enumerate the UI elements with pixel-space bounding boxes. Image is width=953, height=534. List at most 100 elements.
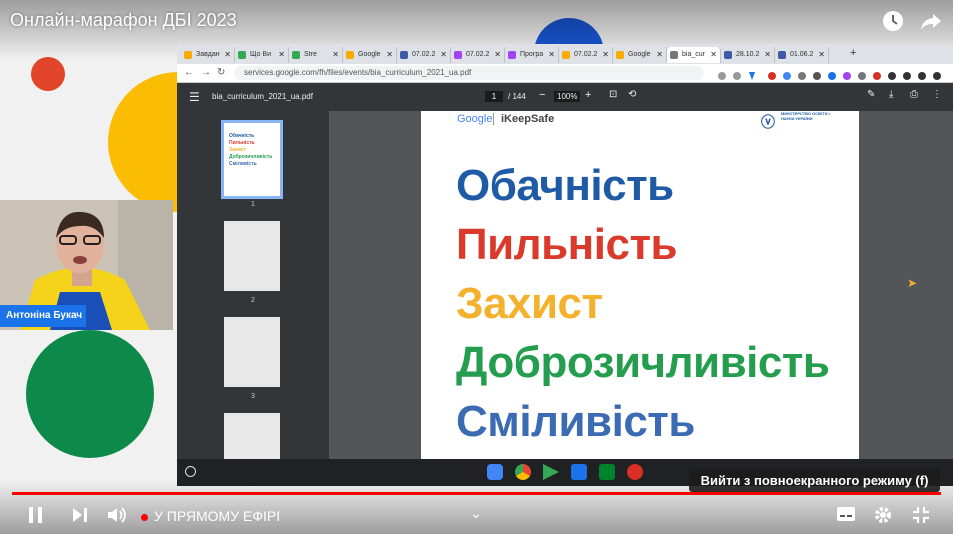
tab-label: 07.02.2 xyxy=(574,51,598,58)
browser-tab[interactable]: Google ✕ xyxy=(613,47,667,63)
thumbnail-page-3[interactable] xyxy=(224,317,280,387)
thumbnail-page-4[interactable] xyxy=(224,413,280,459)
reload-icon[interactable]: ↻ xyxy=(217,67,225,78)
ikeepsafe-logo: iKeepSafe xyxy=(501,113,555,125)
watch-later-icon[interactable] xyxy=(880,8,906,34)
live-indicator[interactable]: У ПРЯМОМУ ЕФІРІ xyxy=(141,508,280,524)
pdf-page: Google iKeepSafe ⓥ МІНІСТЕРСТВО ОСВІТИ І… xyxy=(421,111,859,459)
thumbnail-number: 3 xyxy=(251,393,255,400)
forward-icon[interactable]: → xyxy=(201,67,211,78)
browser-tab[interactable]: 07.02.2 ✕ xyxy=(559,47,613,63)
tab-close-icon[interactable]: ✕ xyxy=(224,47,231,63)
url-field[interactable]: services.google.com/fh/files/events/bia_… xyxy=(234,66,704,80)
tab-favicon-icon xyxy=(184,51,192,59)
pdf-heading-word: Пильність xyxy=(456,220,678,269)
tab-label: 28.10.2 xyxy=(736,51,760,58)
pdf-heading-word: Доброзичливість xyxy=(456,338,830,387)
browser-tab[interactable]: 01.06.2 ✕ xyxy=(775,47,829,63)
tab-favicon-icon xyxy=(724,51,732,59)
chrome-icon[interactable] xyxy=(515,464,531,480)
live-label: У ПРЯМОМУ ЕФІРІ xyxy=(154,508,281,524)
chevron-down-icon[interactable]: ⌄ xyxy=(470,505,482,522)
browser-tab[interactable]: Завдан ✕ xyxy=(181,47,235,63)
tab-close-icon[interactable]: ✕ xyxy=(602,47,609,63)
tab-label: 07.02.2 xyxy=(412,51,436,58)
back-icon[interactable]: ← xyxy=(184,67,194,78)
launcher-icon[interactable] xyxy=(185,466,196,477)
download-icon[interactable]: ⤓ xyxy=(889,89,893,100)
pdf-filename: bia_curriculum_2021_ua.pdf xyxy=(212,92,313,101)
print-icon[interactable]: ⎙ xyxy=(910,89,918,100)
url-text: services.google.com/fh/files/events/bia_… xyxy=(244,68,472,77)
tab-close-icon[interactable]: ✕ xyxy=(818,47,825,63)
new-tab-button[interactable]: + xyxy=(850,47,856,59)
tab-close-icon[interactable]: ✕ xyxy=(494,47,501,63)
browser-tab[interactable]: Програ ✕ xyxy=(505,47,559,63)
annotate-icon[interactable]: ✎ xyxy=(867,89,875,100)
more-options-icon[interactable]: ⋮ xyxy=(932,89,942,100)
total-pages: / 144 xyxy=(508,92,526,101)
browser-tab-strip: Завдан ✕ Що Ви ✕ Stre ✕ Google ✕ 07.02.2 ✕ 07.02.2… xyxy=(177,44,953,64)
live-dot xyxy=(141,513,148,521)
rotate-icon[interactable]: ⟲ xyxy=(628,89,636,100)
tab-label: Stre xyxy=(304,51,317,58)
fit-page-icon[interactable]: ⊡ xyxy=(609,89,617,100)
browser-tab[interactable]: Що Ви ✕ xyxy=(235,47,289,63)
tab-favicon-icon xyxy=(562,51,570,59)
tab-close-icon[interactable]: ✕ xyxy=(332,47,339,63)
tab-favicon-icon xyxy=(346,51,354,59)
pdf-heading-word: Обачність xyxy=(456,161,674,210)
tab-close-icon[interactable]: ✕ xyxy=(548,47,555,63)
tab-close-icon[interactable]: ✕ xyxy=(386,47,393,63)
tab-close-icon[interactable]: ✕ xyxy=(440,47,447,63)
tab-label: 01.06.2 xyxy=(790,51,814,58)
zoom-level[interactable]: 100% xyxy=(554,91,581,102)
fullscreen-tooltip: Вийти з повноекранного режиму (f) xyxy=(689,469,940,492)
subtitles-button[interactable] xyxy=(836,506,856,527)
zoom-in-button[interactable]: + xyxy=(585,89,591,101)
tab-label: bia_cur xyxy=(682,51,705,58)
folder-icon[interactable] xyxy=(571,464,587,480)
video-title[interactable]: Онлайн-марафон ДБІ 2023 xyxy=(10,10,237,31)
shared-screen: Завдан ✕ Що Ви ✕ Stre ✕ Google ✕ 07.02.2 ✕ 07.02.2… xyxy=(177,44,953,486)
screencast-icon[interactable] xyxy=(627,464,643,480)
tab-label: Програ xyxy=(520,51,544,58)
mouse-cursor-icon: ➤ xyxy=(907,276,918,290)
browser-tab[interactable]: 07.02.2 ✕ xyxy=(397,47,451,63)
browser-tab[interactable]: 28.10.2 ✕ xyxy=(721,47,775,63)
menu-icon[interactable]: ☰ xyxy=(189,90,200,104)
volume-button[interactable] xyxy=(107,506,127,529)
play-store-icon[interactable] xyxy=(543,464,559,480)
thumbnail-page-1[interactable]: Обачність Пильність Захист Доброзичливість С… xyxy=(221,120,283,199)
share-icon[interactable] xyxy=(918,8,944,34)
progress-bar[interactable] xyxy=(12,492,941,495)
tab-label: Що Ви xyxy=(250,51,271,58)
tab-favicon-icon xyxy=(508,51,516,59)
tab-close-icon[interactable]: ✕ xyxy=(710,47,717,63)
browser-tab[interactable]: 07.02.2 ✕ xyxy=(451,47,505,63)
tab-close-icon[interactable]: ✕ xyxy=(764,47,771,63)
browser-tab[interactable]: bia_cur ✕ xyxy=(667,47,721,63)
tab-favicon-icon xyxy=(778,51,786,59)
browser-tab[interactable]: Stre ✕ xyxy=(289,47,343,63)
settings-gear-icon[interactable] xyxy=(874,506,892,529)
page-number-input[interactable]: 1 xyxy=(485,91,503,102)
tab-label: 07.02.2 xyxy=(466,51,490,58)
tab-label: Google xyxy=(628,51,651,58)
exit-fullscreen-icon[interactable] xyxy=(912,506,930,529)
files-app-icon[interactable] xyxy=(487,464,503,480)
ministry-name: МІНІСТЕРСТВО ОСВІТИ І НАУКИ УКРАЇНИ xyxy=(781,111,830,121)
next-button[interactable] xyxy=(71,506,89,529)
tab-close-icon[interactable]: ✕ xyxy=(656,47,663,63)
zoom-out-button[interactable]: − xyxy=(539,89,545,101)
tab-label: Завдан xyxy=(196,51,220,58)
pause-button[interactable] xyxy=(27,506,45,529)
pdf-heading-word: Сміливість xyxy=(456,397,695,446)
tab-favicon-icon xyxy=(400,51,408,59)
meet-icon[interactable] xyxy=(599,464,615,480)
tab-label: Google xyxy=(358,51,381,58)
tab-favicon-icon xyxy=(616,51,624,59)
thumbnail-page-2[interactable] xyxy=(224,221,280,291)
browser-tab[interactable]: Google ✕ xyxy=(343,47,397,63)
tab-close-icon[interactable]: ✕ xyxy=(278,47,285,63)
